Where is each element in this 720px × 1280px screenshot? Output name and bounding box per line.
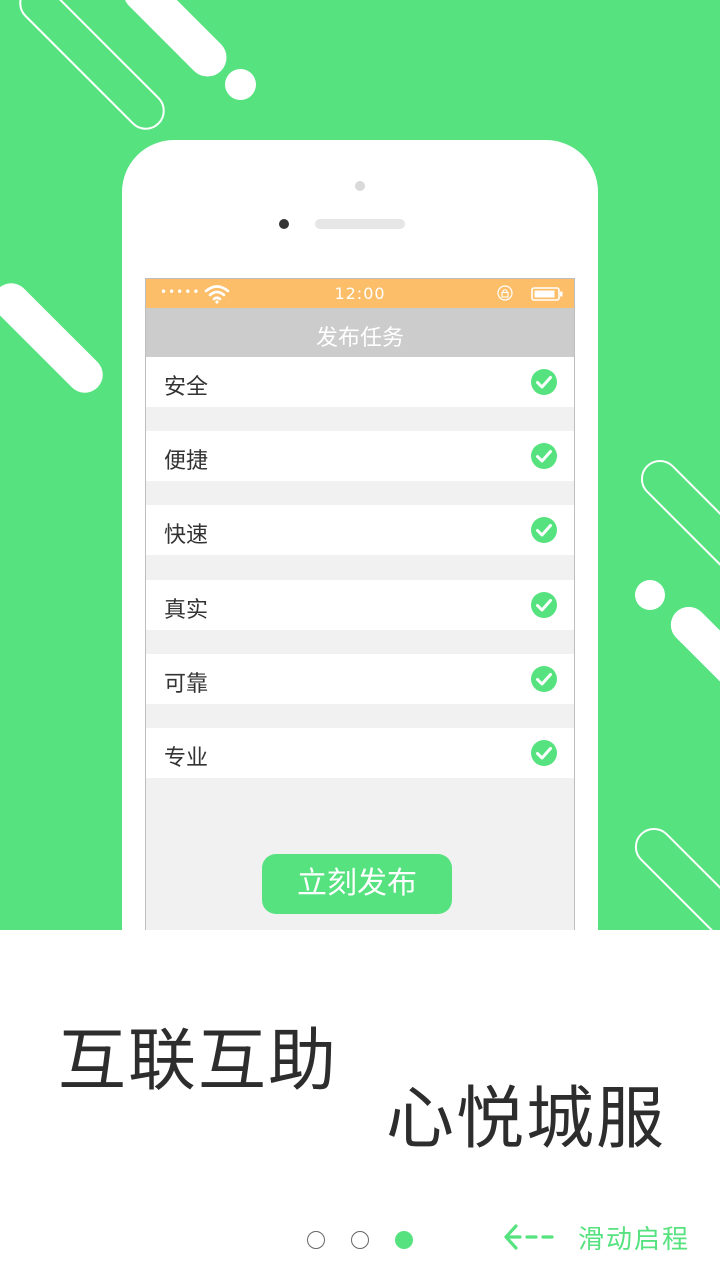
status-bar: ••••• 12:00 bbox=[146, 279, 574, 308]
page-dot[interactable] bbox=[307, 1231, 325, 1249]
page-dot[interactable] bbox=[351, 1231, 369, 1249]
swipe-start-button[interactable]: 滑动启程 bbox=[502, 1219, 690, 1255]
phone-camera bbox=[355, 181, 365, 191]
list-item-label: 真实 bbox=[164, 598, 209, 623]
check-icon bbox=[531, 740, 557, 766]
list-item[interactable]: 专业 bbox=[146, 728, 574, 778]
list-item[interactable]: 快速 bbox=[146, 505, 574, 555]
phone-screen: ••••• 12:00 发布任务 安全便捷快速真实可靠专业 立刻发布 bbox=[145, 278, 575, 930]
slogan-line-2: 心悦城服 bbox=[386, 1080, 667, 1159]
arrow-left-icon bbox=[504, 1224, 554, 1250]
list-item[interactable]: 安全 bbox=[146, 357, 574, 407]
lock-icon bbox=[497, 285, 513, 301]
decor-stripe bbox=[633, 452, 720, 578]
slogan-line-1: 互联互助 bbox=[58, 1022, 339, 1101]
check-icon bbox=[531, 443, 557, 469]
check-icon bbox=[531, 592, 557, 618]
list-item-label: 专业 bbox=[164, 746, 209, 771]
check-icon bbox=[531, 517, 557, 543]
list-item[interactable]: 真实 bbox=[146, 580, 574, 630]
list-item[interactable]: 可靠 bbox=[146, 654, 574, 704]
swipe-label: 滑动启程 bbox=[578, 1224, 691, 1255]
decor-stripe bbox=[663, 599, 720, 703]
nav-title: 发布任务 bbox=[315, 326, 404, 351]
battery-icon bbox=[531, 287, 563, 301]
decor-stripe bbox=[0, 275, 111, 401]
decor-dot bbox=[225, 69, 256, 100]
check-icon bbox=[531, 666, 557, 692]
phone-speaker bbox=[315, 219, 405, 229]
decor-dot bbox=[635, 580, 665, 610]
list-item-label: 可靠 bbox=[164, 672, 209, 697]
list-item-label: 便捷 bbox=[164, 449, 209, 474]
phone-sensor bbox=[279, 219, 289, 229]
list-item-label: 快速 bbox=[164, 523, 209, 548]
page-dot[interactable] bbox=[395, 1231, 413, 1249]
publish-button[interactable]: 立刻发布 bbox=[262, 854, 452, 914]
check-icon bbox=[531, 369, 557, 395]
list-item[interactable]: 便捷 bbox=[146, 431, 574, 481]
nav-bar: 发布任务 bbox=[146, 308, 574, 357]
list-item-label: 安全 bbox=[164, 375, 209, 400]
decor-stripe bbox=[627, 820, 720, 930]
